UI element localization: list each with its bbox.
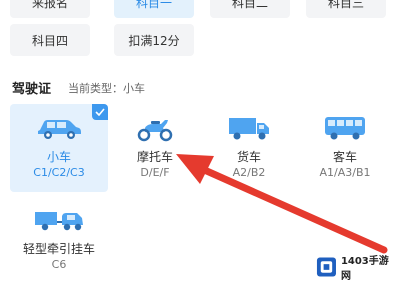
vehicle-card-truck[interactable]: 货车 A2/B2: [200, 104, 298, 192]
watermark-text: 1403手游网: [340, 256, 389, 282]
site-logo-icon: [316, 257, 336, 277]
vehicle-card-bus[interactable]: 客车 A1/A3/B1: [296, 104, 394, 192]
license-current-type: 当前类型：小车: [68, 82, 145, 95]
vehicle-name: 轻型牵引挂车: [22, 242, 95, 256]
bus-icon: [325, 117, 365, 140]
vehicle-card-trailer[interactable]: 轻型牵引挂车 C6: [10, 196, 108, 282]
subject-tab-4[interactable]: 科目四: [10, 24, 90, 56]
trailer-icon: [35, 212, 83, 231]
vehicle-code: A1/A3/B1: [319, 166, 371, 179]
vehicle-card-car[interactable]: 小车 C1/C2/C3: [10, 104, 108, 192]
vehicle-name: 小车: [46, 150, 71, 164]
vehicle-code: A2/B2: [232, 166, 266, 179]
subject-tab-2[interactable]: 科目二: [210, 0, 290, 18]
car-icon: [38, 120, 81, 139]
vehicle-name: 货车: [236, 150, 261, 164]
vehicle-name: 摩托车: [136, 150, 173, 164]
subject-tab-1[interactable]: 科目一: [114, 0, 194, 18]
vehicle-card-motorcycle[interactable]: 摩托车 D/E/F: [106, 104, 204, 192]
subject-tab-signup[interactable]: 来报名: [10, 0, 90, 18]
license-title: 驾驶证: [12, 82, 52, 97]
subject-tab-3[interactable]: 科目三: [306, 0, 386, 18]
vehicle-name: 客车: [332, 150, 357, 164]
vehicle-code: C6: [51, 258, 67, 271]
vehicle-code: D/E/F: [140, 166, 170, 179]
subject-tab-points[interactable]: 扣满12分: [114, 24, 194, 56]
vehicle-code: C1/C2/C3: [33, 166, 85, 179]
motorcycle-icon: [137, 120, 173, 142]
truck-icon: [229, 118, 269, 140]
watermark: 1403手游网: [316, 253, 396, 282]
